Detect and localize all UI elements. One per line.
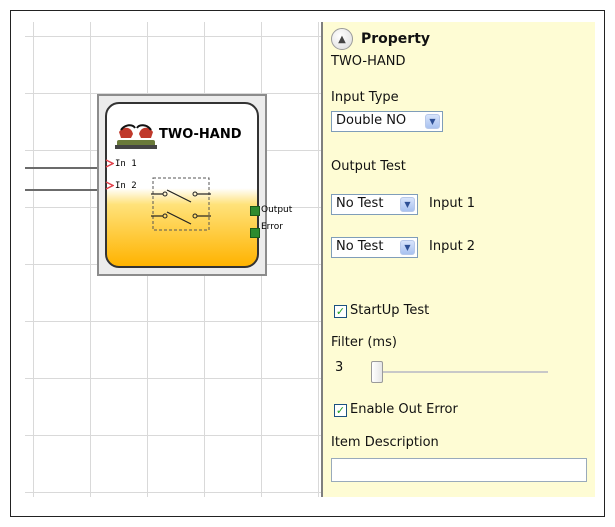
chevron-down-icon[interactable]: ▼ xyxy=(400,197,415,212)
block-name-label: TWO-HAND xyxy=(331,54,406,69)
block-title: TWO-HAND xyxy=(159,127,242,142)
input-type-value: Double NO xyxy=(336,113,407,128)
output-test-1-label: Input 1 xyxy=(429,196,476,211)
input-wire-1 xyxy=(25,167,99,169)
chevron-down-icon[interactable]: ▼ xyxy=(400,240,415,255)
output-port[interactable] xyxy=(250,206,260,216)
property-header: ▲ Property xyxy=(331,28,430,50)
output-test-1-select[interactable]: No Test ▼ xyxy=(331,194,418,215)
output-test-1-value: No Test xyxy=(336,196,384,211)
input-type-select[interactable]: Double NO ▼ xyxy=(331,111,443,132)
input-port-1-arrow[interactable] xyxy=(105,159,114,168)
filter-label: Filter (ms) xyxy=(331,335,397,350)
input-port-1-label: In 1 xyxy=(115,159,137,169)
error-port-label: Error xyxy=(261,222,283,232)
input-type-label: Input Type xyxy=(331,90,399,105)
input-port-2-label: In 2 xyxy=(115,181,137,191)
error-port[interactable] xyxy=(250,228,260,238)
enable-out-error-label: Enable Out Error xyxy=(350,402,458,417)
input-port-2-arrow[interactable] xyxy=(105,181,114,190)
output-test-2-value: No Test xyxy=(336,239,384,254)
block-selection-frame[interactable]: TWO-HAND In 1 In 2 Output Error xyxy=(97,94,292,276)
item-description-label: Item Description xyxy=(331,435,439,450)
property-title: Property xyxy=(361,31,431,47)
filter-slider-track[interactable] xyxy=(383,371,548,373)
filter-slider-thumb[interactable] xyxy=(371,361,383,383)
enable-out-error-checkbox[interactable]: ✓ xyxy=(334,404,347,417)
output-port-label: Output xyxy=(261,205,293,215)
two-hand-icon xyxy=(115,124,157,149)
property-panel: ▲ Property TWO-HAND Input Type Double NO… xyxy=(323,22,595,497)
item-description-input[interactable] xyxy=(331,458,587,482)
two-hand-block[interactable]: TWO-HAND In 1 In 2 Output Error xyxy=(105,102,292,268)
startup-test-checkbox[interactable]: ✓ xyxy=(334,305,347,318)
two-hand-switch-symbol xyxy=(151,177,211,231)
output-test-2-select[interactable]: No Test ▼ xyxy=(331,237,418,258)
design-canvas[interactable]: TWO-HAND In 1 In 2 Output Error xyxy=(25,22,321,497)
output-test-label: Output Test xyxy=(331,159,406,174)
input-wire-2 xyxy=(25,189,99,191)
output-test-2-label: Input 2 xyxy=(429,239,476,254)
startup-test-label: StartUp Test xyxy=(350,303,430,318)
collapse-up-icon[interactable]: ▲ xyxy=(331,28,353,50)
chevron-down-icon[interactable]: ▼ xyxy=(425,114,440,129)
filter-value: 3 xyxy=(335,360,344,375)
